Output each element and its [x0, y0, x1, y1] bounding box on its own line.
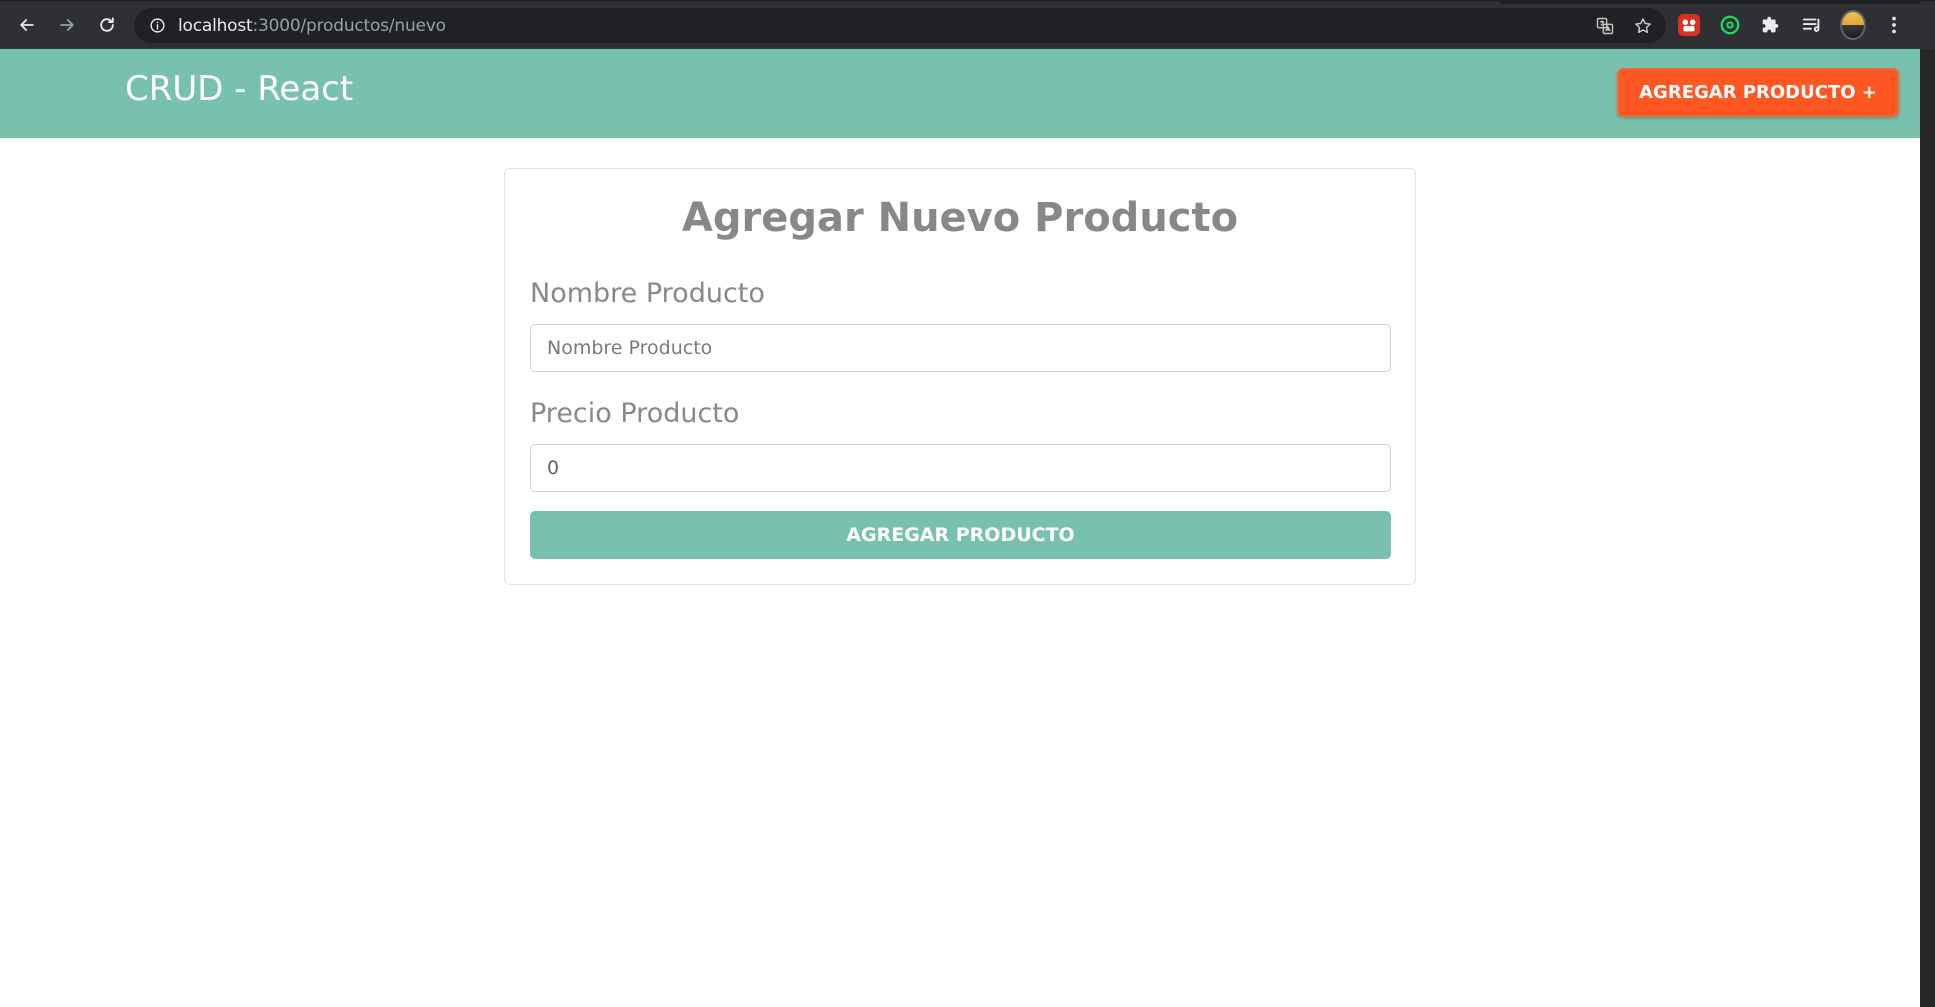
profile-avatar[interactable] — [1840, 10, 1866, 40]
browser-toolbar: localhost:3000/productos/nuevo — [0, 0, 1935, 49]
product-name-input[interactable] — [530, 324, 1391, 372]
extension-green-ring-icon[interactable] — [1717, 12, 1743, 38]
address-bar[interactable]: localhost:3000/productos/nuevo — [134, 8, 1666, 43]
tab-strip-edge — [1500, 1, 1920, 4]
omnibox-actions — [1594, 8, 1654, 43]
info-icon[interactable] — [148, 17, 166, 35]
add-product-submit-button[interactable]: AGREGAR PRODUCTO — [530, 511, 1391, 559]
reading-list-icon[interactable] — [1799, 12, 1825, 38]
brand-title[interactable]: CRUD - React — [125, 69, 353, 109]
product-price-input[interactable] — [530, 444, 1391, 492]
url-path: :3000/productos/nuevo — [252, 15, 447, 36]
translate-icon[interactable] — [1594, 15, 1616, 37]
reload-icon[interactable] — [93, 11, 121, 39]
window-edge — [1920, 49, 1935, 1007]
form-title: Agregar Nuevo Producto — [681, 195, 1239, 241]
product-name-label: Nombre Producto — [530, 278, 765, 309]
star-icon[interactable] — [1632, 15, 1654, 37]
extension-red-icon[interactable] — [1676, 12, 1702, 38]
forward-arrow-icon[interactable] — [53, 11, 81, 39]
product-price-label: Precio Producto — [530, 398, 740, 429]
kebab-menu-icon[interactable] — [1881, 12, 1907, 38]
puzzle-icon[interactable] — [1758, 12, 1784, 38]
extensions-area — [1676, 10, 1907, 40]
url-host: localhost — [178, 15, 253, 36]
app-navbar: CRUD - React AGREGAR PRODUCTO + — [0, 49, 1920, 138]
url-text: localhost:3000/productos/nuevo — [178, 16, 446, 36]
add-product-nav-button[interactable]: AGREGAR PRODUCTO + — [1617, 68, 1899, 117]
back-arrow-icon[interactable] — [13, 11, 41, 39]
add-product-card: Agregar Nuevo Producto Nombre Producto P… — [504, 168, 1416, 585]
